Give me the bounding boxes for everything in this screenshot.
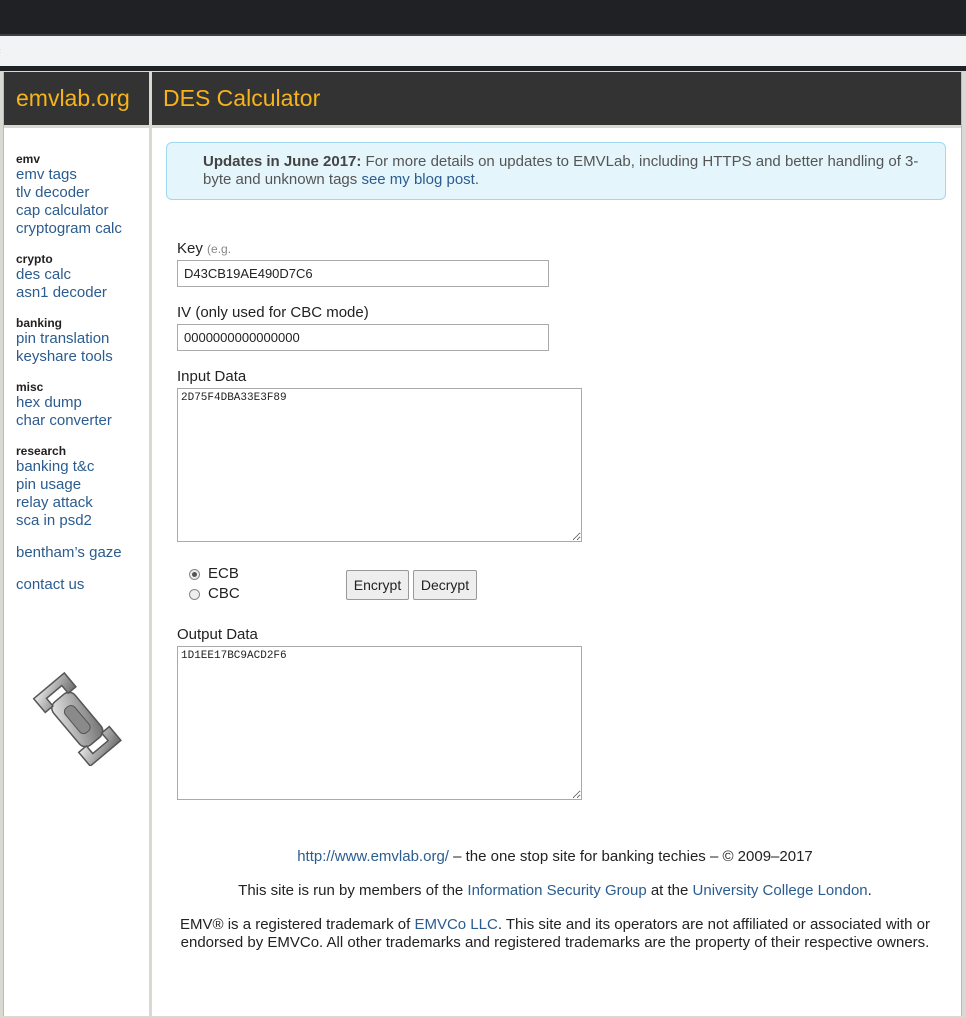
- nav-heading: crypto: [16, 252, 53, 266]
- notice-bold: Updates in June 2017:: [203, 153, 362, 170]
- iv-label: IV (only used for CBC mode): [177, 304, 369, 321]
- encrypt-button[interactable]: Encrypt: [346, 570, 409, 600]
- sidebar-item-hex-dump[interactable]: hex dump: [16, 394, 146, 412]
- footer-line-site: http://www.emvlab.org/ – the one stop si…: [166, 848, 944, 866]
- nav-group-misc: misc hex dump char converter: [16, 380, 146, 430]
- input-data-label: Input Data: [177, 368, 247, 385]
- sidebar-item-sca-in-psd2[interactable]: sca in psd2: [16, 512, 146, 530]
- page-title: DES Calculator: [163, 85, 321, 111]
- nav-group-contact: contact us: [16, 576, 146, 594]
- title-header: DES Calculator: [152, 72, 961, 125]
- key-label-text: Key: [177, 240, 203, 257]
- nav-group-crypto: crypto des calc asn1 decoder: [16, 252, 146, 302]
- sidebar-item-asn1-decoder[interactable]: asn1 decoder: [16, 284, 146, 302]
- sidebar-item-tlv-decoder[interactable]: tlv decoder: [16, 184, 146, 202]
- emvlab-home-link[interactable]: http://www.emvlab.org/: [297, 848, 449, 865]
- notice-text: Updates in June 2017: For more details o…: [203, 153, 938, 189]
- page-footer: http://www.emvlab.org/ – the one stop si…: [166, 848, 944, 968]
- iv-input[interactable]: [177, 324, 549, 351]
- sidebar-nav: emv emv tags tlv decoder cap calculator …: [16, 152, 146, 608]
- notice-end: .: [474, 171, 480, 188]
- sidebar-item-banking-tc[interactable]: banking t&c: [16, 458, 146, 476]
- cbc-option[interactable]: CBC: [189, 585, 240, 603]
- nav-group-emv: emv emv tags tlv decoder cap calculator …: [16, 152, 146, 238]
- nav-heading: emv: [16, 152, 41, 166]
- blog-post-link[interactable]: see my blog post: [361, 171, 474, 188]
- cbc-label: CBC: [208, 585, 240, 602]
- footer-line-team: This site is run by members of the Infor…: [166, 882, 944, 900]
- output-data-label: Output Data: [177, 626, 258, 643]
- ecb-radio[interactable]: [189, 568, 200, 580]
- sidebar-item-pin-translation[interactable]: pin translation: [16, 330, 146, 348]
- emvco-link[interactable]: EMVCo LLC: [414, 916, 497, 933]
- column-divider: [149, 72, 152, 1016]
- wrench-icon: [26, 670, 126, 771]
- ecb-label: ECB: [208, 565, 239, 582]
- sidebar-item-keyshare-tools[interactable]: keyshare tools: [16, 348, 146, 366]
- sidebar-item-relay-attack[interactable]: relay attack: [16, 494, 146, 512]
- ucl-link[interactable]: University College London: [693, 882, 868, 899]
- footer-team-at: at the: [646, 882, 693, 899]
- sidebar-item-emv-tags[interactable]: emv tags: [16, 166, 146, 184]
- sidebar-item-des-calc[interactable]: des calc: [16, 266, 146, 284]
- nav-group-blog: bentham’s gaze: [16, 544, 146, 562]
- footer-team-text: This site is run by members of the: [238, 882, 468, 899]
- key-input[interactable]: [177, 260, 549, 287]
- isg-link[interactable]: Information Security Group: [467, 882, 646, 899]
- site-logo[interactable]: emvlab.org: [16, 85, 130, 112]
- nav-heading: misc: [16, 380, 44, 394]
- nav-heading: banking: [16, 316, 63, 330]
- nav-heading: research: [16, 444, 67, 458]
- ecb-option[interactable]: ECB: [189, 565, 239, 583]
- footer-tagline: – the one stop site for banking techies …: [448, 848, 813, 865]
- cbc-radio[interactable]: [189, 588, 200, 600]
- sidebar-item-char-converter[interactable]: char converter: [16, 412, 146, 430]
- output-data-textarea[interactable]: 1D1EE17BC9ACD2F6: [177, 646, 582, 800]
- footer-team-end: .: [867, 882, 872, 899]
- footer-trademark-text: EMV® is a registered trademark of: [179, 916, 415, 933]
- browser-bottom-edge: [0, 66, 966, 71]
- sidebar-item-contact-us[interactable]: contact us: [16, 576, 146, 594]
- logo-header: emvlab.org: [4, 72, 149, 125]
- address-bar-marker: ‹: [0, 46, 1, 55]
- input-data-textarea[interactable]: 2D75F4DBA33E3F89: [177, 388, 582, 542]
- sidebar-item-pin-usage[interactable]: pin usage: [16, 476, 146, 494]
- sidebar-item-cap-calculator[interactable]: cap calculator: [16, 202, 146, 220]
- sidebar-item-cryptogram-calc[interactable]: cryptogram calc: [16, 220, 146, 238]
- browser-address-bar[interactable]: ‹: [0, 36, 966, 67]
- update-notice: Updates in June 2017: For more details o…: [166, 142, 946, 200]
- decrypt-button[interactable]: Decrypt: [413, 570, 477, 600]
- nav-group-banking: banking pin translation keyshare tools: [16, 316, 146, 366]
- browser-titlebar: [0, 0, 966, 34]
- footer-line-trademark: EMV® is a registered trademark of EMVCo …: [166, 916, 944, 952]
- nav-group-research: research banking t&c pin usage relay att…: [16, 444, 146, 530]
- page-frame: emvlab.org DES Calculator emv emv tags t…: [3, 72, 962, 1016]
- header-divider: [4, 125, 961, 128]
- sidebar-item-benthams-gaze[interactable]: bentham’s gaze: [16, 544, 146, 562]
